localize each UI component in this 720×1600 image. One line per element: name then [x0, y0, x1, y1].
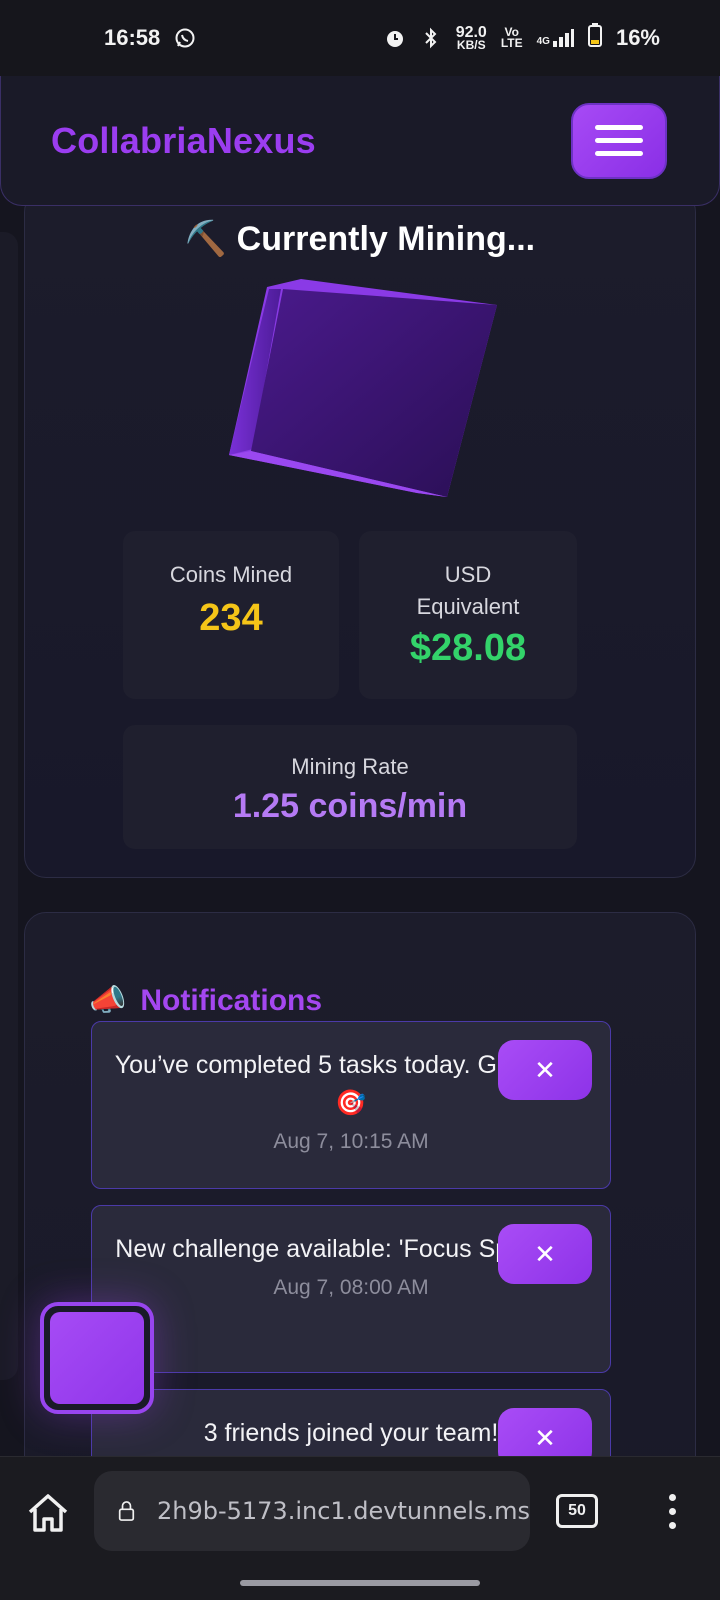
battery-icon [587, 23, 602, 53]
floating-action-button[interactable] [40, 1302, 154, 1414]
coins-mined-label: Coins Mined [169, 562, 293, 587]
network-speed: 92.0 KB/S [455, 23, 487, 52]
home-button[interactable] [22, 1487, 74, 1539]
status-time: 16:58 [104, 25, 161, 50]
url-text: 2h9b-5173.inc1.devtunnels.ms [156, 1497, 530, 1525]
usd-equivalent-label: USD Equivalent [416, 562, 520, 619]
mining-rate-value: 1.25 coins/min [232, 787, 468, 825]
gesture-bar [240, 1580, 480, 1586]
alarm-icon [384, 27, 406, 49]
notification-time: Aug 7, 10:15 AM [273, 1130, 429, 1153]
side-panel-edge [0, 232, 18, 1380]
lock-icon [118, 1501, 135, 1521]
whatsapp-icon [174, 27, 196, 49]
app-header: CollabriaNexus [0, 76, 720, 206]
hamburger-icon [595, 125, 643, 130]
notification-item: New challenge available: 'Focus Sprint' … [91, 1205, 611, 1373]
usd-equivalent-value: $28.08 [409, 627, 527, 669]
megaphone-icon: 📣 [89, 984, 127, 1017]
notifications-heading: 📣 Notifications [89, 983, 322, 1018]
volte-indicator: Vo LTE [500, 25, 523, 50]
tab-switcher-button[interactable]: 50 [556, 1494, 598, 1528]
dismiss-notification-button[interactable]: ✕ [498, 1224, 592, 1284]
mining-card: ⛏️ Currently Mining... Coins Mined 234 U… [24, 190, 696, 878]
mining-cube [229, 279, 497, 497]
home-icon [28, 1494, 68, 1532]
hamburger-menu-button[interactable] [571, 102, 667, 179]
coins-mined-stat: Coins Mined 234 [123, 531, 339, 699]
usd-equivalent-stat: USD Equivalent $28.08 [359, 531, 577, 699]
brand-logo[interactable]: CollabriaNexus [51, 120, 316, 162]
bluetooth-icon [420, 27, 442, 49]
close-icon: ✕ [534, 1054, 556, 1085]
browser-bottom-bar: 2h9b-5173.inc1.devtunnels.ms 50 [0, 1456, 720, 1600]
coins-mined-value: 234 [199, 597, 263, 639]
close-icon: ✕ [534, 1422, 556, 1453]
notifications-title: Notifications [140, 983, 323, 1017]
mining-rate-stat: Mining Rate 1.25 coins/min [123, 725, 577, 849]
address-bar[interactable]: 2h9b-5173.inc1.devtunnels.ms [94, 1471, 530, 1551]
more-vert-icon[interactable] [656, 1485, 688, 1537]
status-bar: 16:58 92.0 KB/S Vo LTE 4G 16% [0, 0, 720, 76]
mining-title: ⛏️ Currently Mining... [184, 220, 536, 258]
dismiss-notification-button[interactable]: ✕ [498, 1040, 592, 1100]
battery-percent: 16% [615, 25, 660, 50]
notification-item: You’ve completed 5 tasks today. Great jo… [91, 1021, 611, 1189]
close-icon: ✕ [534, 1238, 556, 1269]
mining-rate-label: Mining Rate [291, 754, 409, 779]
signal-icon: 4G [537, 29, 574, 47]
